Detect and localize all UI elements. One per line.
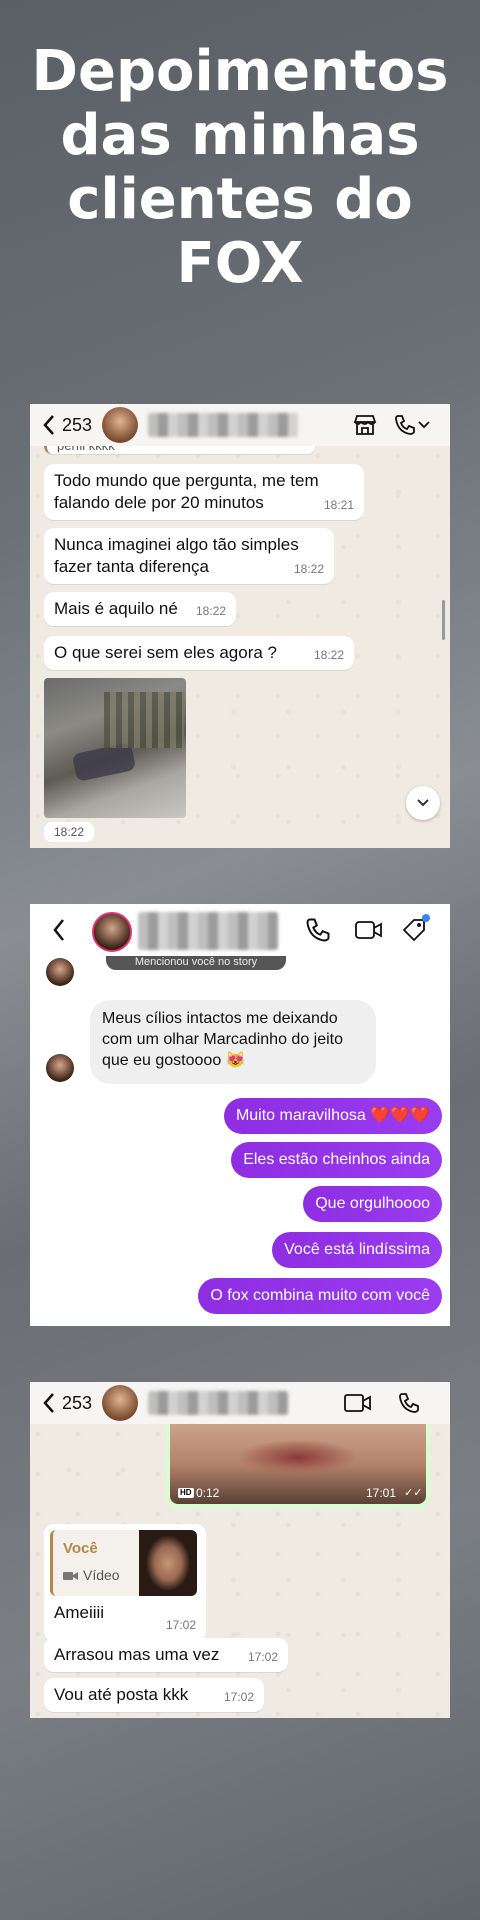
- scroll-indicator[interactable]: [442, 600, 445, 640]
- chevron-down-icon[interactable]: [416, 412, 432, 438]
- story-mention-cut[interactable]: Mencionou você no story: [106, 956, 286, 970]
- message-text: Todo mundo que pergunta, me tem falando …: [54, 471, 319, 512]
- video-time: 17:01: [366, 1486, 397, 1500]
- chevron-down-icon: [417, 799, 429, 807]
- contact-avatar[interactable]: [102, 407, 139, 443]
- unread-count[interactable]: 253: [62, 415, 92, 436]
- reply-message: Você Vídeo Ameiiii 17:02: [44, 1524, 206, 1642]
- dm-header: [30, 904, 450, 956]
- photo-time: 18:22: [54, 825, 85, 839]
- phone-icon[interactable]: [304, 916, 332, 949]
- message-time: 17:02: [165, 1618, 196, 1632]
- quoted-reply[interactable]: Você Vídeo: [50, 1530, 197, 1596]
- sender-avatar[interactable]: [46, 1054, 74, 1082]
- message-text: Arrasou mas uma vez: [54, 1645, 220, 1664]
- store-icon[interactable]: [352, 412, 378, 438]
- blurred-contact-name[interactable]: [148, 413, 299, 437]
- contact-avatar[interactable]: [102, 1385, 139, 1421]
- whatsapp-screenshot-2: 253 HD 0:12 17:01 ✓✓ Você Vídeo Ameiiii …: [30, 1382, 450, 1718]
- photo-time-chip: 18:22: [44, 822, 95, 842]
- message-bubble: Mais é aquilo né 18:22: [44, 592, 236, 626]
- contact-avatar[interactable]: [92, 912, 132, 952]
- hd-icon: HD: [178, 1488, 194, 1498]
- blurred-contact-name[interactable]: [148, 1391, 289, 1415]
- message-bubble: Vou até posta kkk 17:02: [44, 1678, 264, 1712]
- scroll-down-button[interactable]: [406, 786, 440, 820]
- message-text: Você está lindíssima: [284, 1241, 430, 1258]
- phone-icon[interactable]: [392, 412, 418, 438]
- blurred-contact-name[interactable]: [138, 912, 278, 950]
- message-bubble: Nunca imaginei algo tão simples fazer ta…: [44, 528, 334, 584]
- photo-fence: [104, 692, 184, 748]
- message-time: 18:22: [313, 648, 344, 662]
- chat-header: 253: [30, 1382, 450, 1424]
- video-call-icon[interactable]: [342, 1390, 374, 1416]
- chat-header: 253: [30, 404, 450, 446]
- message-time: 18:22: [195, 604, 226, 618]
- photo-message[interactable]: 18:22: [44, 678, 186, 844]
- outgoing-message: Que orgulhoooo: [303, 1186, 442, 1222]
- video-camera-icon: [63, 1566, 79, 1588]
- message-bubble: O que serei sem eles agora ? 18:22: [44, 636, 354, 670]
- page-title: Depoimentos das minhas clientes do FOX: [31, 39, 449, 296]
- story-mention-text: Mencionou você no story: [134, 956, 258, 968]
- unread-count[interactable]: 253: [62, 1393, 92, 1414]
- message-text: Ameiiii: [54, 1603, 105, 1622]
- message-time: 17:02: [247, 1650, 278, 1664]
- reply-author: Você: [63, 1540, 98, 1557]
- video-call-icon[interactable]: [354, 918, 384, 947]
- reply-kind: Vídeo: [83, 1567, 120, 1583]
- sender-avatar[interactable]: [46, 958, 74, 986]
- outgoing-message: Você está lindíssima: [272, 1232, 442, 1268]
- message-time: 18:22: [293, 562, 324, 576]
- message-text: O fox combina muito com você: [210, 1287, 430, 1304]
- phone-icon[interactable]: [396, 1390, 422, 1416]
- tag-icon[interactable]: [400, 914, 430, 949]
- message-text: Que orgulhoooo: [315, 1195, 430, 1212]
- message-text: Mais é aquilo né: [54, 599, 178, 618]
- reply-thumbnail: [139, 1530, 197, 1596]
- back-chevron-icon[interactable]: [36, 1390, 62, 1416]
- outgoing-message: Muito maravilhosa ❤️❤️❤️: [223, 1098, 442, 1134]
- message-text: Vou até posta kkk: [54, 1685, 189, 1704]
- outgoing-message: O fox combina muito com você: [198, 1278, 442, 1314]
- message-bubble: Arrasou mas uma vez 17:02: [44, 1638, 288, 1672]
- video-message[interactable]: HD 0:12 17:01 ✓✓: [166, 1424, 430, 1508]
- message-text: Meus cílios intactos me deixando com um …: [102, 1010, 344, 1069]
- instagram-screenshot: Mencionou você no story Meus cílios inta…: [30, 904, 450, 1326]
- message-text: Muito maravilhosa ❤️❤️❤️: [235, 1107, 430, 1124]
- back-chevron-icon[interactable]: [52, 918, 66, 947]
- message-bubble: Todo mundo que pergunta, me tem falando …: [44, 464, 364, 520]
- incoming-message: Meus cílios intactos me deixando com um …: [90, 1000, 376, 1084]
- back-chevron-icon[interactable]: [36, 412, 62, 438]
- message-time: 18:21: [323, 498, 354, 512]
- whatsapp-screenshot-1: 253 perfil kkkk Todo mundo que pergunta,…: [30, 404, 450, 848]
- message-text: Eles estão cheinhos ainda: [243, 1151, 430, 1168]
- outgoing-message: Eles estão cheinhos ainda: [231, 1142, 442, 1178]
- message-text: Nunca imaginei algo tão simples fazer ta…: [54, 535, 299, 576]
- read-ticks-icon: ✓✓: [404, 1487, 423, 1499]
- message-text: O que serei sem eles agora ?: [54, 643, 278, 662]
- message-time: 17:02: [223, 1690, 254, 1704]
- video-duration: 0:12: [196, 1486, 220, 1500]
